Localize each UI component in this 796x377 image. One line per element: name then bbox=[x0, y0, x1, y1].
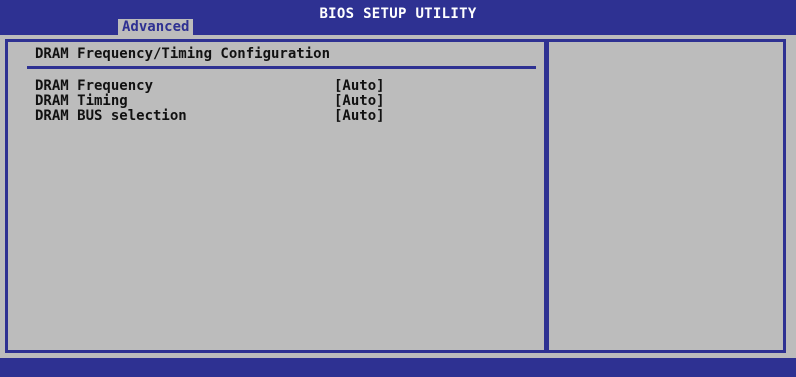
title-bar: BIOS SETUP UTILITY Advanced bbox=[0, 0, 796, 35]
setting-dram-bus-selection[interactable]: DRAM BUS selection [Auto] bbox=[35, 109, 435, 124]
setting-dram-frequency[interactable]: DRAM Frequency [Auto] bbox=[35, 79, 435, 94]
tab-advanced[interactable]: Advanced bbox=[118, 19, 194, 35]
setting-label: DRAM Frequency bbox=[35, 78, 154, 94]
setting-label: DRAM BUS selection bbox=[35, 108, 187, 124]
setting-label: DRAM Timing bbox=[35, 93, 128, 109]
setting-value[interactable]: [Auto] bbox=[334, 94, 385, 109]
setting-value[interactable]: [Auto] bbox=[334, 109, 385, 124]
bios-screen: BIOS SETUP UTILITY Advanced DRAM Frequen… bbox=[0, 0, 796, 377]
setting-dram-timing[interactable]: DRAM Timing [Auto] bbox=[35, 94, 435, 109]
settings-list: DRAM Frequency [Auto] DRAM Timing [Auto]… bbox=[35, 79, 435, 124]
help-panel bbox=[549, 42, 783, 350]
status-bar bbox=[0, 358, 796, 377]
section-separator bbox=[27, 66, 536, 69]
section-title: DRAM Frequency/Timing Configuration bbox=[35, 46, 331, 62]
setting-value[interactable]: [Auto] bbox=[334, 79, 385, 94]
